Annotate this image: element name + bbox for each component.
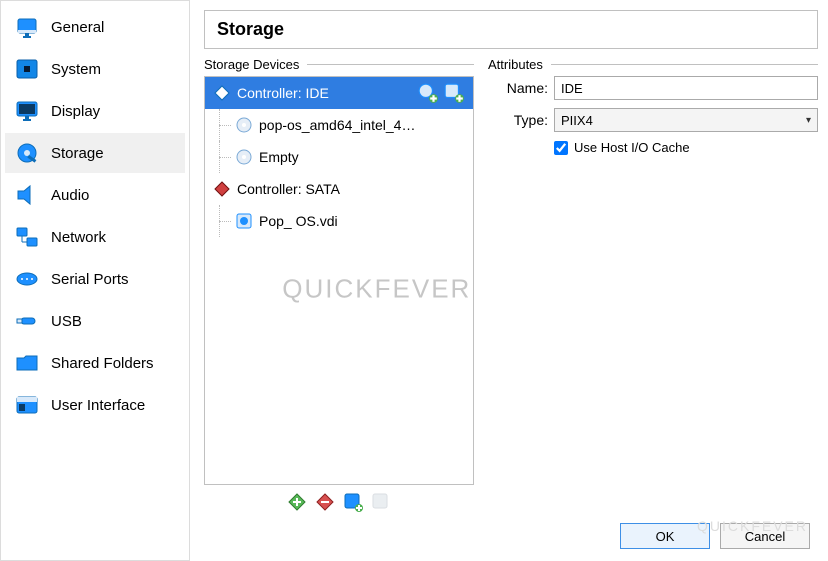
network-icon xyxy=(13,226,41,248)
sidebar-item-label: Audio xyxy=(51,187,89,204)
name-input[interactable] xyxy=(554,76,818,100)
sidebar-item-label: General xyxy=(51,19,104,36)
tree-item-hard-disk[interactable]: Pop_ OS.vdi xyxy=(205,205,473,237)
storage-icon xyxy=(13,142,41,164)
controller-sata-icon xyxy=(213,180,231,198)
sidebar: General System Display Storage Audio xyxy=(0,0,190,561)
sidebar-item-general[interactable]: General xyxy=(5,7,185,47)
host-io-row: Use Host I/O Cache xyxy=(488,140,818,155)
usb-icon xyxy=(13,310,41,332)
tree-item-label: pop-os_amd64_intel_4… xyxy=(259,117,465,133)
sidebar-item-usb[interactable]: USB xyxy=(5,301,185,341)
sidebar-item-display[interactable]: Display xyxy=(5,91,185,131)
shared-folders-icon xyxy=(13,352,41,374)
sidebar-item-label: Shared Folders xyxy=(51,355,154,372)
remove-attachment-button[interactable] xyxy=(370,491,392,513)
sidebar-item-label: Serial Ports xyxy=(51,271,129,288)
sidebar-item-serial-ports[interactable]: Serial Ports xyxy=(5,259,185,299)
add-attachment-button[interactable] xyxy=(342,491,364,513)
cancel-button[interactable]: Cancel xyxy=(720,523,810,549)
sidebar-item-label: System xyxy=(51,61,101,78)
settings-dialog: General System Display Storage Audio xyxy=(0,0,828,561)
add-optical-drive-button[interactable] xyxy=(417,82,439,104)
user-interface-icon xyxy=(13,394,41,416)
sidebar-item-user-interface[interactable]: User Interface xyxy=(5,385,185,425)
storage-devices-label: Storage Devices xyxy=(204,57,474,72)
sidebar-item-storage[interactable]: Storage xyxy=(5,133,185,173)
general-icon xyxy=(13,16,41,38)
content-columns: Storage Devices Controller: IDE xyxy=(204,57,818,515)
controller-actions xyxy=(417,82,465,104)
page-title: Storage xyxy=(204,10,818,49)
optical-disc-icon xyxy=(235,148,253,166)
sidebar-item-label: USB xyxy=(51,313,82,330)
sidebar-item-network[interactable]: Network xyxy=(5,217,185,257)
tree-item-label: Controller: SATA xyxy=(237,181,465,197)
controller-sata[interactable]: Controller: SATA xyxy=(205,173,473,205)
main-panel: Storage Storage Devices Controller: IDE xyxy=(190,0,828,561)
remove-controller-button[interactable] xyxy=(314,491,336,513)
sidebar-item-label: User Interface xyxy=(51,397,145,414)
sidebar-item-shared-folders[interactable]: Shared Folders xyxy=(5,343,185,383)
storage-tree[interactable]: Controller: IDE xyxy=(204,76,474,485)
tree-item-label: Controller: IDE xyxy=(237,85,411,101)
optical-disc-icon xyxy=(235,116,253,134)
system-icon xyxy=(13,58,41,80)
storage-toolbar xyxy=(204,485,474,515)
sidebar-item-audio[interactable]: Audio xyxy=(5,175,185,215)
sidebar-item-system[interactable]: System xyxy=(5,49,185,89)
serial-ports-icon xyxy=(13,268,41,290)
tree-item-empty-optical[interactable]: Empty xyxy=(205,141,473,173)
type-row: Type: PIIX4 xyxy=(488,108,818,132)
sidebar-item-label: Network xyxy=(51,229,106,246)
type-label: Type: xyxy=(488,112,548,128)
audio-icon xyxy=(13,184,41,206)
tree-item-label: Empty xyxy=(259,149,465,165)
host-io-label: Use Host I/O Cache xyxy=(574,140,690,155)
name-label: Name: xyxy=(488,80,548,96)
attributes-label: Attributes xyxy=(488,57,818,72)
footer: QUICKFEVER OK Cancel xyxy=(204,515,818,551)
watermark: QUICKFEVER xyxy=(282,273,471,304)
type-select[interactable]: PIIX4 xyxy=(554,108,818,132)
hard-disk-icon xyxy=(235,212,253,230)
add-controller-button[interactable] xyxy=(286,491,308,513)
controller-ide[interactable]: Controller: IDE xyxy=(205,77,473,109)
tree-item-label: Pop_ OS.vdi xyxy=(259,213,465,229)
sidebar-item-label: Storage xyxy=(51,145,104,162)
add-hard-disk-button[interactable] xyxy=(443,82,465,104)
ok-button[interactable]: OK xyxy=(620,523,710,549)
name-row: Name: xyxy=(488,76,818,100)
tree-item-optical[interactable]: pop-os_amd64_intel_4… xyxy=(205,109,473,141)
display-icon xyxy=(13,100,41,122)
sidebar-item-label: Display xyxy=(51,103,100,120)
storage-devices-column: Storage Devices Controller: IDE xyxy=(204,57,474,515)
host-io-checkbox[interactable] xyxy=(554,141,568,155)
attributes-column: Attributes Name: Type: PIIX4 Use Host I/… xyxy=(488,57,818,515)
controller-ide-icon xyxy=(213,84,231,102)
